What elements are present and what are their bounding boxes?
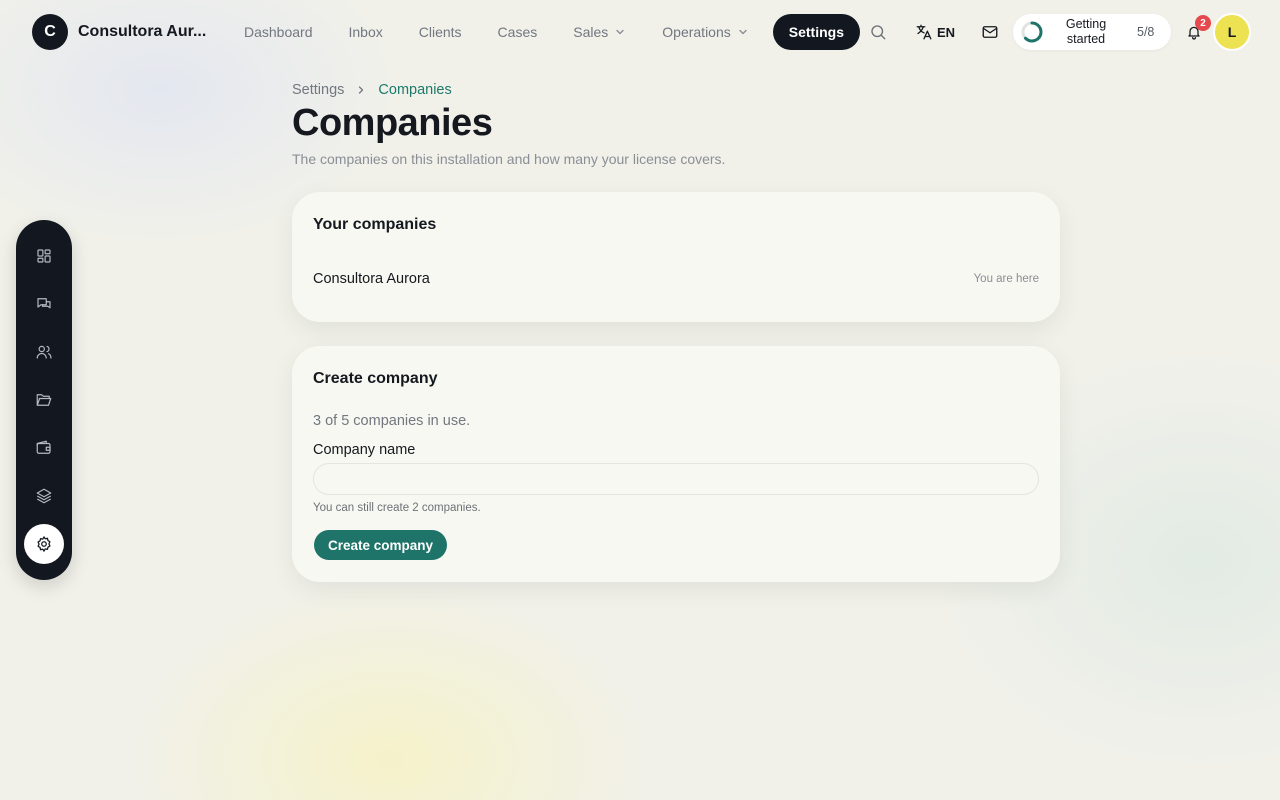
your-companies-card: Your companies Consultora Aurora You are… <box>292 192 1060 322</box>
search-button[interactable] <box>866 14 890 50</box>
layers-icon <box>36 488 52 504</box>
progress-ring-icon <box>1021 21 1043 43</box>
page-subtitle: The companies on this installation and h… <box>292 151 726 167</box>
wallet-icon <box>36 440 51 454</box>
nav-inbox[interactable]: Inbox <box>331 14 401 50</box>
sidebar-item-clients[interactable] <box>24 332 64 372</box>
sidebar-item-dashboard[interactable] <box>24 236 64 276</box>
sidebar-item-cases[interactable] <box>24 380 64 420</box>
breadcrumb-current: Companies <box>378 82 452 98</box>
company-name: Consultora Aurora <box>313 271 430 287</box>
breadcrumb-settings-link[interactable]: Settings <box>292 82 344 98</box>
nav-clients[interactable]: Clients <box>401 14 480 50</box>
getting-started-label: Getting started <box>1065 17 1107 46</box>
mail-button[interactable] <box>978 14 1002 50</box>
sidebar-item-messages[interactable] <box>24 284 64 324</box>
sidebar-item-settings[interactable] <box>24 524 64 564</box>
company-row: Consultora Aurora You are here <box>313 271 1039 287</box>
create-company-title: Create company <box>313 370 438 387</box>
nav-cases[interactable]: Cases <box>480 14 556 50</box>
company-name-label: Company name <box>313 442 416 458</box>
sidebar-rail <box>16 220 72 580</box>
chat-icon <box>37 298 51 309</box>
getting-started-button[interactable]: Getting started 5/8 <box>1013 14 1171 50</box>
nav-operations-label: Operations <box>662 24 731 40</box>
users-icon <box>36 345 52 359</box>
chevron-down-icon <box>616 29 624 35</box>
nav-dashboard-label: Dashboard <box>244 24 313 40</box>
brand-name: Consultora Aur... <box>78 23 207 40</box>
translate-icon <box>916 24 932 40</box>
nav-sales-label: Sales <box>573 24 609 40</box>
your-companies-title: Your companies <box>313 216 437 233</box>
sidebar-item-sales[interactable] <box>24 428 64 468</box>
chevron-right-icon <box>359 86 364 94</box>
sidebar-item-operations[interactable] <box>24 476 64 516</box>
gear-icon <box>37 536 51 552</box>
create-company-card: Create company 3 of 5 companies in use. … <box>292 346 1060 582</box>
current-company-note: You are here <box>973 273 1039 285</box>
notifications-button[interactable]: 2 <box>1182 14 1211 50</box>
dashboard-icon <box>37 249 51 263</box>
search-icon <box>871 25 886 40</box>
brand[interactable]: C Consultora Aur... <box>32 14 206 50</box>
nav-operations[interactable]: Operations <box>644 14 766 50</box>
language-switcher[interactable]: EN <box>914 14 956 50</box>
getting-started-count: 5/8 <box>1137 25 1155 39</box>
nav-settings[interactable]: Settings <box>772 14 860 50</box>
nav-inbox-label: Inbox <box>348 24 383 40</box>
page-title: Companies <box>292 102 493 144</box>
company-usage-text: 3 of 5 companies in use. <box>313 413 471 429</box>
nav-clients-label: Clients <box>418 24 462 40</box>
folder-open-icon <box>36 394 52 406</box>
company-name-input[interactable] <box>313 463 1039 495</box>
main-nav: Dashboard Inbox Clients Cases Sales Oper… <box>226 14 860 50</box>
nav-settings-label: Settings <box>788 24 844 40</box>
brand-logo: C <box>32 14 68 50</box>
breadcrumb: Settings Companies <box>292 82 452 98</box>
nav-sales[interactable]: Sales <box>555 14 644 50</box>
top-navigation-bar: C Consultora Aur... Dashboard Inbox Clie… <box>0 0 1280 64</box>
user-avatar[interactable]: L <box>1213 13 1251 51</box>
language-label: EN <box>936 24 956 40</box>
chevron-down-icon <box>739 29 747 35</box>
nav-dashboard[interactable]: Dashboard <box>226 14 331 50</box>
create-company-button[interactable]: Create company <box>314 530 448 560</box>
notification-count-badge: 2 <box>1195 15 1211 31</box>
nav-cases-label: Cases <box>497 24 538 40</box>
mail-icon <box>982 26 998 38</box>
remaining-companies-hint: You can still create 2 companies. <box>313 502 481 514</box>
